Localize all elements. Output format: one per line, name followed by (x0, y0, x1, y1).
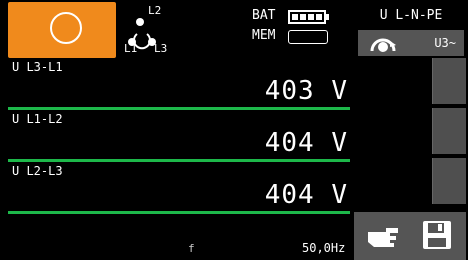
measurement-label: U L3-L1 (12, 60, 63, 74)
memory-icon (288, 30, 328, 44)
memory-label: MEM (252, 28, 276, 43)
save-icon[interactable] (420, 218, 454, 252)
battery-label: BAT (252, 8, 276, 23)
mode-panel[interactable]: U L-N-PE U3~ (358, 4, 464, 58)
measurement-row: U L2-L3 404 V (8, 162, 350, 214)
phase-label-l1: L1 (124, 42, 138, 55)
battery-memory-status: BAT MEM (252, 8, 352, 52)
measurement-row: U L3-L1 403 V (8, 58, 350, 110)
measurement-row: U L1-L2 404 V (8, 110, 350, 162)
mode-sub-panel[interactable]: U3~ (358, 30, 464, 56)
battery-icon (288, 10, 326, 24)
hand-pointer-icon[interactable] (364, 220, 402, 252)
measurement-mode-tab[interactable] (8, 2, 116, 58)
soft-key-3[interactable] (432, 158, 466, 204)
top-bar: L2 L1 L3 BAT MEM U L-N-PE U3~ (0, 0, 468, 60)
battery-tip (326, 14, 329, 20)
mode-title: U L-N-PE (379, 8, 443, 23)
phase-label-l3: L3 (154, 42, 168, 55)
soft-key-2[interactable] (432, 108, 466, 154)
measurement-value: 404 V (264, 128, 348, 158)
frequency-value: 50,0Hz (302, 241, 346, 255)
soft-key-1[interactable] (432, 58, 466, 104)
measurement-label: U L2-L3 (12, 164, 63, 178)
bottom-action-panel (354, 212, 466, 260)
frequency-label: f (188, 242, 195, 255)
mode-circle-icon (50, 12, 82, 44)
measurement-label: U L1-L2 (12, 112, 63, 126)
mode-sub-label: U3~ (434, 36, 456, 50)
phase-label-l2: L2 (148, 4, 162, 17)
phase-diagram-icon: L2 L1 L3 (124, 4, 188, 55)
measurement-value: 403 V (264, 76, 348, 106)
measurement-value: 404 V (264, 180, 348, 210)
rotary-switch-icon (368, 33, 398, 57)
row-divider (8, 211, 350, 214)
